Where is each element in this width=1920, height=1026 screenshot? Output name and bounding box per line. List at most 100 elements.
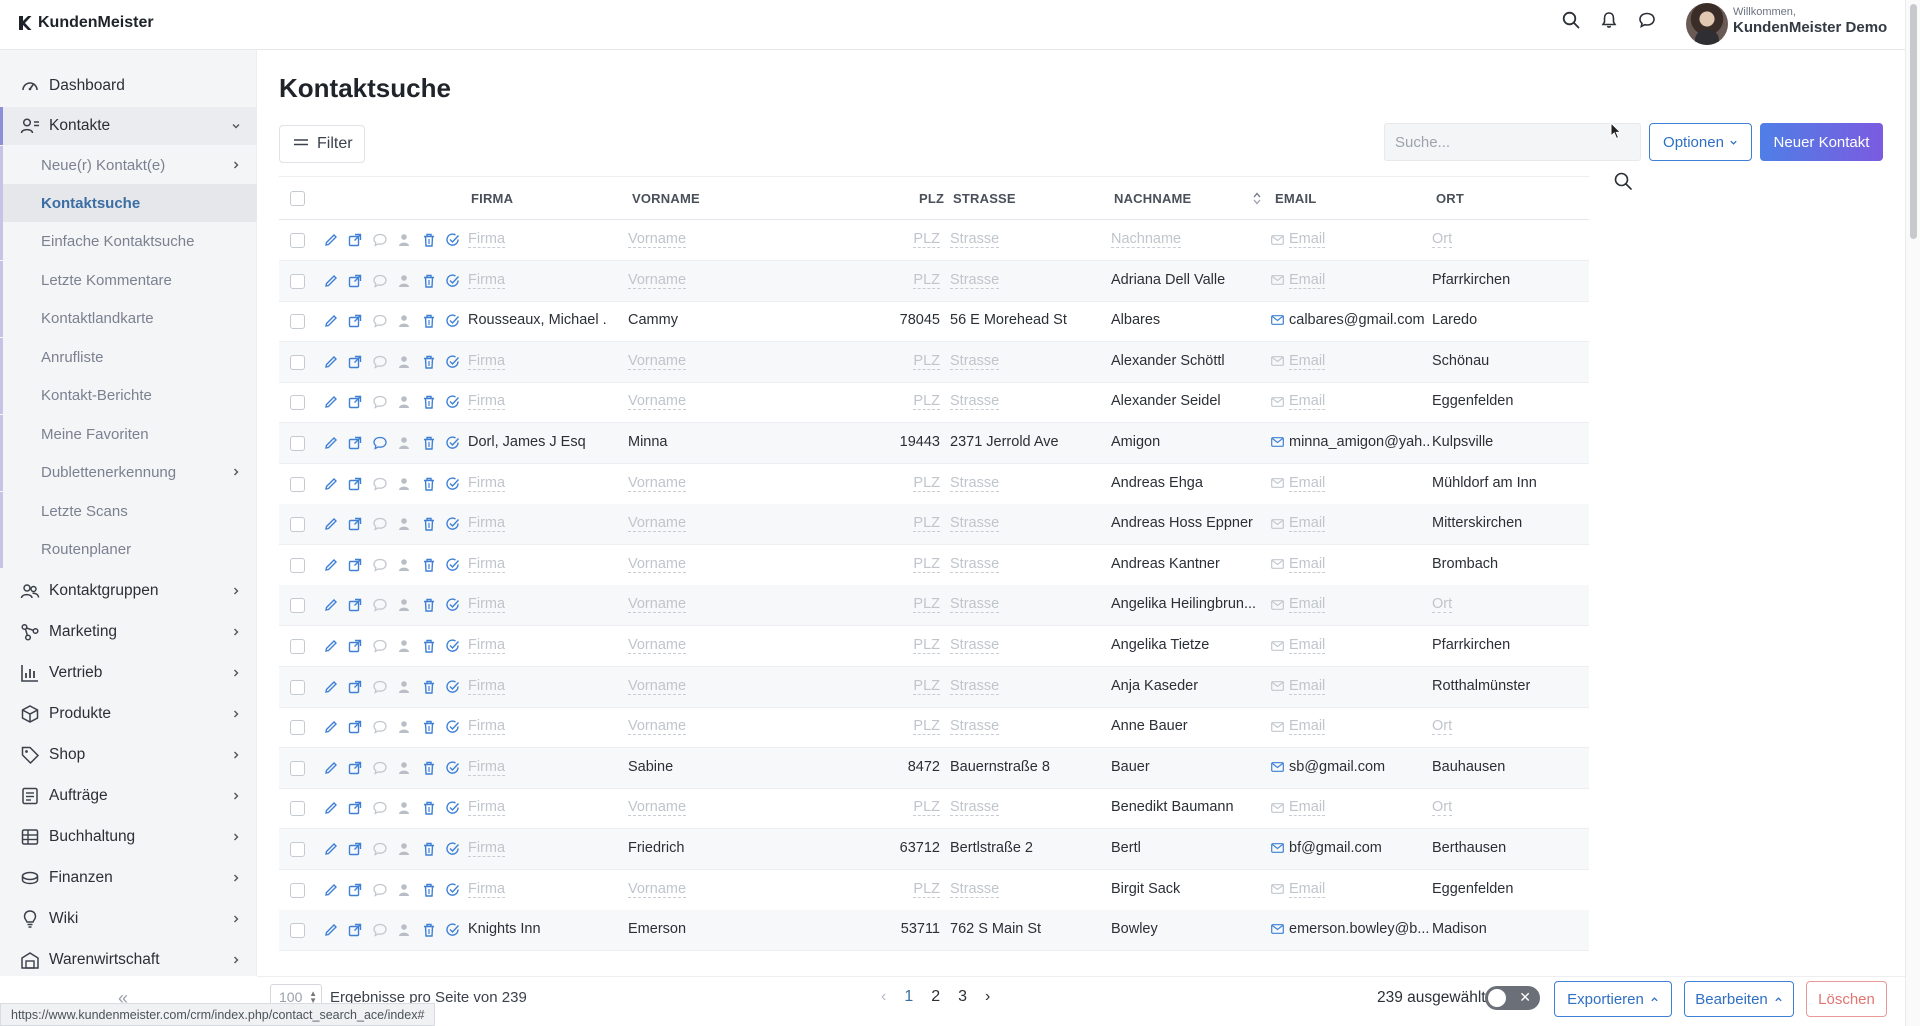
comment-icon[interactable]	[372, 882, 388, 898]
cell-ort[interactable]: Laredo	[1432, 312, 1477, 328]
sidebar-item-marketing[interactable]: Marketing	[0, 613, 257, 651]
cell-plz[interactable]: PLZ	[913, 515, 940, 533]
edit-icon[interactable]	[323, 841, 339, 857]
cell-plz[interactable]: PLZ	[913, 718, 940, 736]
cell-nachname[interactable]: Amigon	[1111, 434, 1160, 450]
trash-icon[interactable]	[421, 719, 437, 735]
table-row[interactable]: Knights Inn Emerson 53711 762 S Main St Bowl…	[279, 910, 1589, 952]
row-checkbox[interactable]	[290, 476, 305, 492]
open-external-icon[interactable]	[347, 800, 363, 816]
table-row[interactable]: Firma Vorname PLZ Strasse Anne Bauer Email Ort	[279, 707, 1589, 749]
person-icon[interactable]	[396, 516, 412, 532]
cell-firma[interactable]: Firma	[468, 840, 506, 857]
sidebar-subitem-kontakt-berichte[interactable]: Kontakt-Berichte	[0, 376, 257, 414]
comment-icon[interactable]	[372, 922, 388, 938]
cell-firma[interactable]: Firma	[468, 231, 506, 248]
table-row[interactable]: Firma Vorname PLZ Strasse Benedikt Baumann Em…	[279, 788, 1589, 830]
cell-ort[interactable]: Ort	[1432, 596, 1453, 614]
open-external-icon[interactable]	[347, 760, 363, 776]
task-check-icon[interactable]	[445, 841, 461, 857]
cell-email[interactable]: Email	[1271, 515, 1326, 533]
chat-icon[interactable]	[1638, 11, 1656, 29]
trash-icon[interactable]	[421, 435, 437, 451]
cell-nachname[interactable]: Anne Bauer	[1111, 718, 1188, 734]
table-row[interactable]: Firma Friedrich 63712 Bertlstraße 2 Bertl bf@…	[279, 829, 1589, 870]
cell-firma[interactable]: Firma	[468, 718, 506, 736]
prev-page-button[interactable]: ‹	[881, 988, 886, 1006]
cell-strasse[interactable]: Strasse	[950, 475, 1000, 492]
trash-icon[interactable]	[421, 922, 437, 938]
edit-icon[interactable]	[323, 638, 339, 654]
cell-email[interactable]: Email	[1271, 475, 1326, 492]
user-greeting[interactable]: Willkommen, KundenMeister Demo	[1733, 6, 1887, 37]
person-icon[interactable]	[396, 841, 412, 857]
task-check-icon[interactable]	[445, 922, 461, 938]
row-checkbox[interactable]	[290, 842, 305, 857]
cell-email[interactable]: Email	[1271, 596, 1326, 614]
comment-icon[interactable]	[372, 679, 388, 695]
cell-nachname[interactable]: Alexander Schöttl	[1111, 353, 1225, 369]
row-checkbox[interactable]	[290, 233, 305, 248]
cell-vorname[interactable]: Vorname	[628, 637, 687, 654]
edit-icon[interactable]	[323, 394, 339, 410]
cell-strasse[interactable]: 2371 Jerrold Ave	[950, 434, 1059, 450]
task-check-icon[interactable]	[445, 313, 461, 329]
person-icon[interactable]	[396, 313, 412, 329]
cell-vorname[interactable]: Vorname	[628, 799, 687, 817]
table-row[interactable]: Firma Vorname PLZ Strasse Anja Kaseder Email R…	[279, 666, 1589, 708]
sidebar-subitem-letzte-scans[interactable]: Letzte Scans	[0, 492, 257, 530]
delete-button[interactable]: Löschen	[1806, 981, 1887, 1017]
cell-email[interactable]: minna_amigon@yah...	[1271, 434, 1431, 450]
cell-plz[interactable]: PLZ	[913, 637, 940, 654]
edit-icon[interactable]	[323, 719, 339, 735]
scrollbar-thumb[interactable]	[1910, 4, 1917, 239]
person-icon[interactable]	[396, 719, 412, 735]
cell-vorname[interactable]: Vorname	[628, 475, 687, 492]
comment-icon[interactable]	[372, 354, 388, 370]
trash-icon[interactable]	[421, 354, 437, 370]
cell-ort[interactable]: Pfarrkirchen	[1432, 637, 1510, 653]
sidebar-subitem-kontaktlandkarte[interactable]: Kontaktlandkarte	[0, 299, 257, 337]
task-check-icon[interactable]	[445, 679, 461, 695]
person-icon[interactable]	[396, 354, 412, 370]
table-row[interactable]: Firma Vorname PLZ Strasse Alexander Schöttl E…	[279, 341, 1589, 383]
column-header-email[interactable]: EMAIL	[1275, 191, 1316, 206]
cell-ort[interactable]: Eggenfelden	[1432, 881, 1513, 897]
sidebar-item-wiki[interactable]: Wiki	[0, 900, 257, 938]
cell-nachname[interactable]: Albares	[1111, 312, 1160, 328]
search-submit-icon[interactable]	[1613, 171, 1633, 191]
open-external-icon[interactable]	[347, 394, 363, 410]
column-header-vorname[interactable]: VORNAME	[632, 191, 700, 206]
next-page-button[interactable]: ›	[985, 988, 990, 1006]
task-check-icon[interactable]	[445, 638, 461, 654]
cell-firma[interactable]: Firma	[468, 556, 506, 573]
table-row[interactable]: Firma Vorname PLZ Strasse Andreas Hoss Eppne…	[279, 504, 1589, 546]
cell-email[interactable]: sb@gmail.com	[1271, 759, 1385, 775]
edit-icon[interactable]	[323, 922, 339, 938]
trash-icon[interactable]	[421, 679, 437, 695]
cell-nachname[interactable]: Andreas Hoss Eppner	[1111, 515, 1253, 531]
row-checkbox[interactable]	[290, 354, 305, 370]
open-external-icon[interactable]	[347, 354, 363, 370]
open-external-icon[interactable]	[347, 638, 363, 654]
open-external-icon[interactable]	[347, 313, 363, 329]
cell-ort[interactable]: Mühldorf am Inn	[1432, 475, 1537, 491]
column-header-plz[interactable]: PLZ	[919, 191, 944, 206]
cell-strasse[interactable]: Strasse	[950, 353, 1000, 370]
user-avatar[interactable]	[1686, 3, 1728, 45]
person-icon[interactable]	[396, 273, 412, 289]
cell-email[interactable]: Email	[1271, 556, 1326, 573]
cell-vorname[interactable]: Vorname	[628, 231, 687, 248]
table-row[interactable]: Firma Vorname PLZ Strasse Angelika Heilingbr…	[279, 585, 1589, 627]
cell-ort[interactable]: Mitterskirchen	[1432, 515, 1522, 531]
trash-icon[interactable]	[421, 882, 437, 898]
row-checkbox[interactable]	[290, 436, 305, 451]
cell-firma[interactable]: Firma	[468, 515, 506, 533]
comment-icon[interactable]	[372, 516, 388, 532]
cell-vorname[interactable]: Vorname	[628, 393, 687, 411]
trash-icon[interactable]	[421, 557, 437, 573]
cell-plz[interactable]: 78045	[900, 312, 940, 328]
edit-icon[interactable]	[323, 760, 339, 776]
cell-vorname[interactable]: Sabine	[628, 759, 673, 775]
cell-vorname[interactable]: Vorname	[628, 678, 687, 695]
